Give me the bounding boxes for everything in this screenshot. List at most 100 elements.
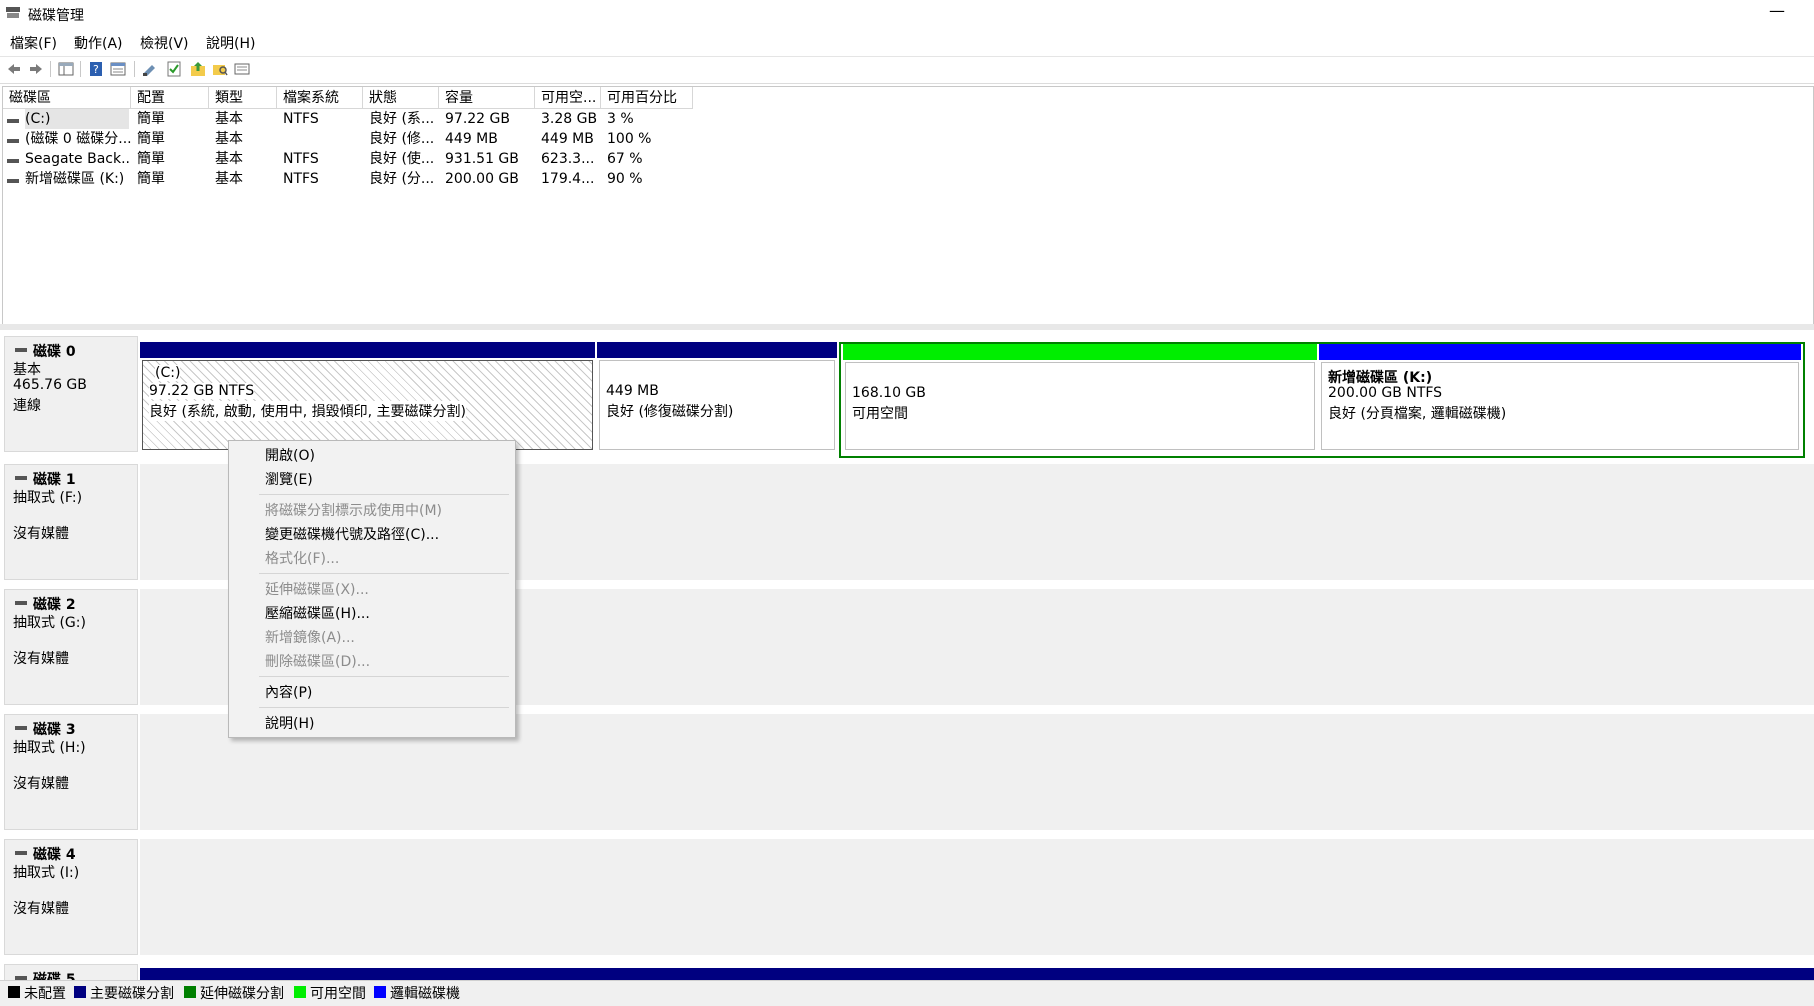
disk-type: 抽取式 (I:) [13,865,80,881]
menu-item-extend-volume: 延伸磁碟區(X)... [265,582,369,598]
menu-separator [259,573,509,574]
column-header-layout[interactable]: 配置 [131,87,209,109]
disk-name: 磁碟 1 [33,472,76,488]
menu-item-format: 格式化(F)... [265,551,340,567]
cell-layout: 簡單 [137,171,165,187]
disk-0-info[interactable]: 磁碟 0 基本 465.76 GB 連線 [4,336,138,452]
properties-icon[interactable] [110,61,126,77]
column-header-status[interactable]: 狀態 [363,87,439,109]
partition-label: 新增磁碟區 (K:) [1328,370,1433,386]
forward-arrow-icon[interactable] [28,61,44,77]
cell-percent: 67 % [607,151,643,167]
menu-item-delete-volume: 刪除磁碟區(D)... [265,654,371,670]
partition-recovery[interactable]: 449 MB 良好 (修復磁碟分割) [597,342,837,452]
cell-percent: 100 % [607,131,652,147]
minimize-button[interactable]: — [1760,0,1794,28]
column-header-filesystem[interactable]: 檔案系統 [277,87,363,109]
cell-free: 623.3... [541,151,595,167]
cell-free: 3.28 GB [541,111,598,127]
legend-label-free: 可用空間 [310,986,366,1002]
menu-view[interactable]: 檢視(V) [140,33,189,53]
cell-capacity: 97.22 GB [445,111,510,127]
console-tree-icon[interactable] [58,61,74,77]
disk-media: 沒有媒體 [13,526,69,542]
cell-capacity: 200.00 GB [445,171,519,187]
volume-list: 磁碟區 配置 類型 檔案系統 狀態 容量 可用空... 可用百分比 (C:) 簡… [2,86,1814,326]
column-header-volume[interactable]: 磁碟區 [3,87,131,109]
menu-action[interactable]: 動作(A) [74,33,123,53]
cell-filesystem: NTFS [283,151,319,167]
volume-icon [7,159,19,163]
disk-icon [15,476,27,480]
disk-name: 磁碟 5 [33,972,76,980]
partition-size: 168.10 GB [852,385,926,401]
disk-5-primary-bar[interactable] [140,968,1814,980]
partition-k-body: 新增磁碟區 (K:) 200.00 GB NTFS 良好 (分頁檔案, 邏輯磁碟… [1321,362,1799,450]
help-icon[interactable]: ? [88,61,104,77]
menu-item-explore[interactable]: 瀏覽(E) [265,469,313,489]
column-header-free-space[interactable]: 可用空... [535,87,601,109]
legend-swatch-unallocated [8,986,20,998]
disk-size: 465.76 GB [13,377,87,393]
disk-media: 沒有媒體 [13,776,69,792]
legend-label-extended: 延伸磁碟分割 [200,986,284,1002]
cell-type: 基本 [215,171,243,187]
cell-status: 良好 (修... [369,131,435,147]
partition-c[interactable]: (C:) 97.22 GB NTFS 良好 (系統, 啟動, 使用中, 損毀傾印… [140,342,595,452]
partition-status: 良好 (分頁檔案, 邏輯磁碟機) [1328,406,1507,422]
folder-search-icon[interactable] [212,61,228,77]
cell-status: 良好 (系... [369,111,435,127]
cell-status: 良好 (分... [369,171,435,187]
legend-label-unallocated: 未配置 [24,986,66,1002]
menu-item-change-drive-letter[interactable]: 變更磁碟機代號及路徑(C)... [265,524,439,544]
menu-item-add-mirror: 新增鏡像(A)... [265,630,355,646]
cell-layout: 簡單 [137,151,165,167]
list-icon[interactable] [234,61,250,77]
partition-status: 可用空間 [852,406,908,422]
cell-layout: 簡單 [137,111,165,127]
column-header-percent-free[interactable]: 可用百分比 [601,87,693,109]
cell-filesystem: NTFS [283,111,319,127]
disk-0-partitions: (C:) 97.22 GB NTFS 良好 (系統, 啟動, 使用中, 損毀傾印… [140,336,1814,458]
disk-3-info[interactable]: 磁碟 3 抽取式 (H:) 沒有媒體 [4,714,138,830]
disk-type: 基本 [13,362,41,378]
menu-item-open[interactable]: 開啟(O) [265,445,315,465]
cell-type: 基本 [215,131,243,147]
disk-5-info[interactable]: 磁碟 5 [4,964,138,980]
toolbar-separator [134,61,135,77]
connect-icon[interactable] [142,61,158,77]
cell-volume: (磁碟 0 磁碟分... [25,131,131,147]
check-icon[interactable] [166,61,182,77]
disk-type: 抽取式 (H:) [13,740,86,756]
partition-free-space[interactable]: 168.10 GB 可用空間 [843,344,1317,452]
menu-file[interactable]: 檔案(F) [10,33,57,53]
menu-separator [259,494,509,495]
disk-1-info[interactable]: 磁碟 1 抽取式 (F:) 沒有媒體 [4,464,138,580]
menu-item-shrink-volume[interactable]: 壓縮磁碟區(H)... [265,603,370,623]
legend-swatch-extended [184,986,196,998]
back-arrow-icon[interactable] [6,61,22,77]
cell-filesystem: NTFS [283,171,319,187]
menu-item-properties[interactable]: 內容(P) [265,682,312,702]
menu-item-mark-active: 將磁碟分割標示成使用中(M) [265,503,443,519]
cell-capacity: 931.51 GB [445,151,519,167]
legend-swatch-primary [74,986,86,998]
partition-k[interactable]: 新增磁碟區 (K:) 200.00 GB NTFS 良好 (分頁檔案, 邏輯磁碟… [1319,344,1801,452]
disk-4-info[interactable]: 磁碟 4 抽取式 (I:) 沒有媒體 [4,839,138,955]
partition-free-body: 168.10 GB 可用空間 [845,362,1315,450]
column-header-type[interactable]: 類型 [209,87,277,109]
logical-drive-bar [1319,344,1801,360]
legend-bar: 未配置 主要磁碟分割 延伸磁碟分割 可用空間 邏輯磁碟機 [0,980,1814,1006]
disk-icon [15,601,27,605]
disk-status: 連線 [13,398,41,414]
primary-partition-bar [597,342,837,358]
menu-help[interactable]: 說明(H) [206,33,255,53]
cell-capacity: 449 MB [445,131,498,147]
column-header-capacity[interactable]: 容量 [439,87,535,109]
disk-2-info[interactable]: 磁碟 2 抽取式 (G:) 沒有媒體 [4,589,138,705]
folder-up-icon[interactable] [190,61,206,77]
disk-name: 磁碟 0 [33,344,76,360]
menu-item-help[interactable]: 說明(H) [265,713,314,733]
partition-label: (C:) [155,365,181,381]
volume-icon [7,119,19,123]
